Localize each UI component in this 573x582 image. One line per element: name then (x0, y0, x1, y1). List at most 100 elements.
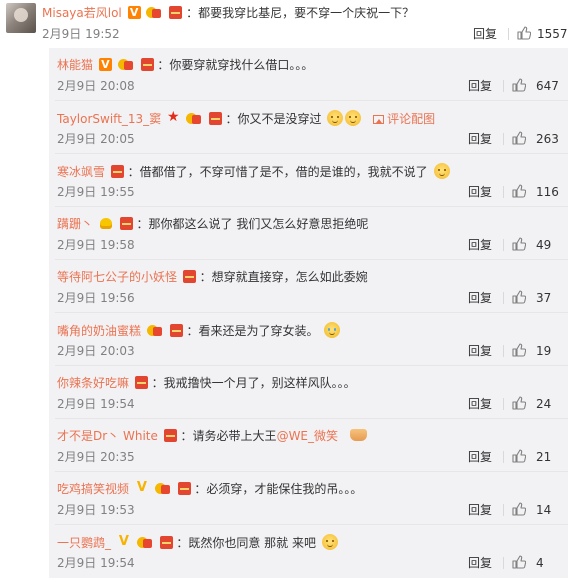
comment-text: ：借都借了，不穿可惜了是不，借的是谁的，我就不说了 (127, 165, 428, 179)
username-link[interactable]: 吃鸡搞笑视频 (57, 482, 129, 496)
comment-image-link[interactable]: 评论配图 (373, 112, 435, 126)
username-link[interactable]: 你辣条好吃嘛 (57, 376, 129, 390)
timestamp: 2月9日 20:05 (57, 132, 135, 146)
comment-meta: 2月9日 20:08 回复 647 (57, 78, 568, 94)
comment-meta: 2月9日 19:54 回复 4 (57, 555, 568, 571)
red-envelope-badge-icon (140, 58, 154, 71)
username-link[interactable]: 才不是Dr丶 White (57, 429, 158, 443)
comment-meta: 2月9日 20:03 回复 19 (57, 343, 568, 359)
reply-button[interactable]: 回复 (468, 502, 492, 518)
comment-line: 一只鹦鹉_ ：既然你也同意 那就 来吧 (57, 534, 338, 551)
reply-button[interactable]: 回复 (468, 449, 492, 465)
thumbs-up-icon[interactable] (512, 555, 526, 569)
like-count: 116 (536, 185, 559, 199)
reply-button[interactable]: 回复 (468, 290, 492, 306)
username-link[interactable]: 寒冰飒雪 (57, 165, 105, 179)
like-count: 24 (536, 397, 552, 411)
timestamp: 2月9日 19:55 (57, 185, 135, 199)
like-count: 19 (536, 344, 552, 358)
comment-line: 等待阿七公子的小妖怪 ：想穿就直接穿，怎么如此委婉 (57, 269, 368, 285)
thumbs-up-icon[interactable] (512, 502, 526, 516)
username-link[interactable]: TaylorSwift_13_窦 (57, 112, 161, 126)
comment-text: ：必须穿，才能保住我的吊。。。 (194, 482, 363, 496)
red-envelope-badge-icon (208, 112, 222, 125)
username-link[interactable]: 蹒跚丶 (57, 217, 93, 231)
comment-text: ：想穿就直接穿，怎么如此委婉 (199, 270, 368, 284)
red-envelope-badge-icon (169, 324, 183, 337)
thumbs-up-icon[interactable] (512, 449, 526, 463)
reply-item: 林能猫 ：你要穿就穿找什么借口。。。 2月9日 20:08 回复 647 (49, 48, 568, 101)
comment-meta: 2月9日 19:53 回复 14 (57, 502, 568, 518)
comment-meta: 2月9日 20:35 回复 21 (57, 449, 568, 465)
comment-meta: 2月9日 19:55 回复 116 (57, 184, 568, 200)
divider (503, 292, 504, 304)
red-envelope-badge-icon (182, 270, 196, 283)
timestamp: 2月9日 20:08 (57, 79, 135, 93)
divider (503, 80, 504, 92)
reply-item: 一只鹦鹉_ ：既然你也同意 那就 来吧 2月9日 19:54 回复 4 (49, 525, 568, 578)
username-link[interactable]: 林能猫 (57, 58, 93, 72)
reply-button[interactable]: 回复 (468, 343, 492, 359)
thumbs-up-icon[interactable] (512, 78, 526, 92)
username-link[interactable]: 一只鹦鹉_ (57, 536, 111, 550)
reply-button[interactable]: 回复 (473, 26, 497, 42)
thumbs-up-icon[interactable] (512, 131, 526, 145)
red-envelope-badge-icon (159, 536, 173, 549)
comment-text: ：你要穿就穿找什么借口。。。 (157, 58, 314, 72)
thumbs-up-icon[interactable] (512, 396, 526, 410)
comment-text: ：既然你也同意 那就 来吧 (176, 536, 316, 550)
divider (503, 133, 504, 145)
thumbs-up-icon[interactable] (512, 184, 526, 198)
reply-item: 你辣条好吃嘛 ：我戒撸快一个月了，别这样风队。。。 2月9日 19:54 回复 … (49, 366, 568, 419)
username-link[interactable]: Misaya若风lol (42, 6, 122, 20)
timestamp: 2月9日 19:52 (42, 27, 120, 41)
comment-text: ：请务必带上大王 (180, 429, 277, 443)
reply-item: TaylorSwift_13_窦 ：你又不是没穿过 评论配图 2月9日 20:0… (49, 101, 568, 154)
timestamp: 2月9日 19:53 (57, 503, 135, 517)
thumbs-up-icon[interactable] (517, 26, 531, 40)
thumbs-up-icon[interactable] (512, 290, 526, 304)
comment-line: TaylorSwift_13_窦 ：你又不是没穿过 评论配图 (57, 109, 435, 127)
username-link[interactable]: 嘴角的奶油蜜糕 (57, 324, 141, 338)
timestamp: 2月9日 19:56 (57, 291, 135, 305)
reply-button[interactable]: 回复 (468, 131, 492, 147)
username-link[interactable]: 等待阿七公子的小妖怪 (57, 270, 177, 284)
comment-line: 蹒跚丶 ：那你都这么说了 我们又怎么好意思拒绝呢 (57, 216, 368, 232)
comment-line: 嘴角的奶油蜜糕 ：看来还是为了穿女装。 (57, 322, 341, 339)
comment-line: 林能猫 ：你要穿就穿找什么借口。。。 (57, 57, 313, 73)
like-count: 14 (536, 503, 552, 517)
reply-item: 嘴角的奶油蜜糕 ：看来还是为了穿女装。 2月9日 20:03 回复 19 (49, 313, 568, 366)
comment-line: 才不是Dr丶 White ：请务必带上大王@WE_微笑 (57, 428, 367, 444)
timestamp: 2月9日 20:35 (57, 450, 135, 464)
like-count: 37 (536, 291, 552, 305)
reply-button[interactable]: 回复 (468, 555, 492, 571)
red-envelope-badge-icon (163, 429, 177, 442)
reply-list: 林能猫 ：你要穿就穿找什么借口。。。 2月9日 20:08 回复 647 Tay… (49, 48, 568, 578)
vip-badge-icon (146, 6, 163, 19)
reply-button[interactable]: 回复 (468, 396, 492, 412)
comment-meta: 2月9日 19:52 回复 1557 (42, 26, 568, 42)
doge-emoji-icon (345, 110, 362, 126)
reply-button[interactable]: 回复 (468, 184, 492, 200)
comment-text: ：看来还是为了穿女装。 (186, 324, 319, 338)
verified-badge-icon (127, 5, 141, 21)
main-comment: Misaya若风lol ：都要我穿比基尼，要不穿一个庆祝一下？ 2月9日 19:… (0, 0, 573, 48)
crown-badge-icon (99, 217, 114, 230)
thumbs-up-icon[interactable] (512, 343, 526, 357)
reply-button[interactable]: 回复 (468, 78, 492, 94)
divider (503, 345, 504, 357)
verified-badge-icon (98, 57, 112, 73)
thumbs-up-icon[interactable] (512, 237, 526, 251)
reply-button[interactable]: 回复 (468, 237, 492, 253)
mention-link[interactable]: @WE_微笑 (277, 429, 338, 443)
comment-meta: 2月9日 20:05 回复 263 (57, 131, 568, 147)
avatar[interactable] (6, 3, 36, 33)
divider (503, 239, 504, 251)
image-icon (373, 115, 385, 124)
comment-image-label: 评论配图 (387, 112, 436, 126)
comment-text: ：都要我穿比基尼，要不穿一个庆祝一下？ (186, 6, 415, 20)
timestamp: 2月9日 19:54 (57, 556, 135, 570)
comment-line: 你辣条好吃嘛 ：我戒撸快一个月了，别这样风队。。。 (57, 375, 356, 391)
reply-item: 蹒跚丶 ：那你都这么说了 我们又怎么好意思拒绝呢 2月9日 19:58 回复 4… (49, 207, 568, 260)
vip-badge-icon (185, 112, 203, 125)
